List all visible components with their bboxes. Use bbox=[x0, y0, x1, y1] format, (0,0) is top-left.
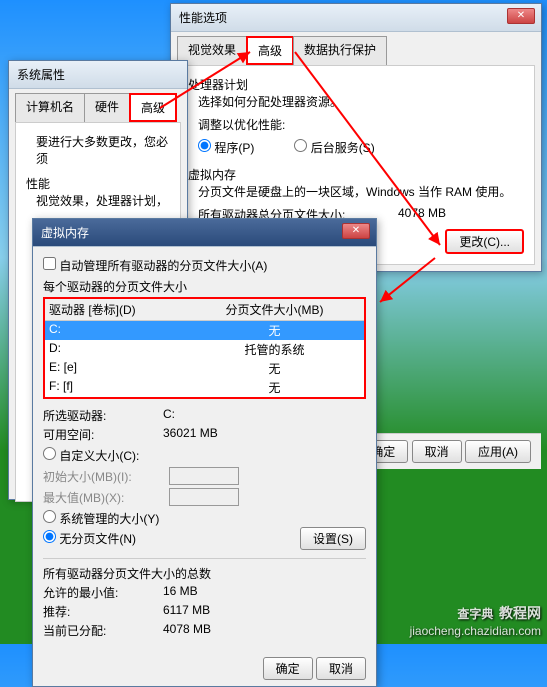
tab-dep[interactable]: 数据执行保护 bbox=[293, 36, 387, 65]
close-icon[interactable]: ✕ bbox=[507, 8, 535, 24]
apply-button[interactable]: 应用(A) bbox=[465, 440, 531, 463]
perf-desc: 视觉效果，处理器计划， bbox=[36, 192, 170, 209]
tabs: 计算机名 硬件 高级 bbox=[9, 89, 187, 122]
radio-programs-input[interactable] bbox=[198, 139, 211, 152]
tab-advanced[interactable]: 高级 bbox=[246, 36, 294, 65]
tab-hardware[interactable]: 硬件 bbox=[84, 93, 130, 122]
sel-drive-val: C: bbox=[163, 407, 175, 424]
max-label: 最大值(MB)(X): bbox=[43, 489, 163, 506]
cancel-button[interactable]: 取消 bbox=[412, 440, 462, 463]
max-input bbox=[169, 488, 239, 506]
window-title: 虚拟内存 bbox=[41, 226, 89, 240]
content: 自动管理所有驱动器的分页文件大小(A) 每个驱动器的分页文件大小 驱动器 [卷标… bbox=[33, 247, 376, 651]
tab-advanced[interactable]: 高级 bbox=[129, 93, 177, 122]
radio-nopage-input[interactable] bbox=[43, 530, 56, 543]
note: 要进行大多数更改，您必须 bbox=[36, 133, 170, 167]
init-label: 初始大小(MB)(I): bbox=[43, 468, 163, 485]
cancel-button[interactable]: 取消 bbox=[316, 657, 366, 680]
col-size: 分页文件大小(MB) bbox=[189, 301, 360, 318]
tabs: 视觉效果 高级 数据执行保护 bbox=[171, 32, 541, 65]
vm-desc: 分页文件是硬盘上的一块区域，Windows 当作 RAM 使用。 bbox=[198, 183, 524, 200]
tab-computer[interactable]: 计算机名 bbox=[15, 93, 85, 122]
window-title: 系统属性 bbox=[17, 68, 65, 82]
titlebar: 性能选项 ✕ bbox=[171, 4, 541, 32]
radio-sysmanaged-input[interactable] bbox=[43, 510, 56, 523]
drive-row-e[interactable]: E: [e]无 bbox=[45, 359, 364, 378]
titlebar: 系统属性 bbox=[9, 61, 187, 89]
drive-row-d[interactable]: D:托管的系统 bbox=[45, 340, 364, 359]
sel-drive-label: 所选驱动器: bbox=[43, 407, 163, 424]
button-row: 确定 取消 bbox=[33, 651, 376, 686]
radio-programs[interactable]: 程序(P) bbox=[198, 139, 254, 156]
auto-manage-checkbox[interactable]: 自动管理所有驱动器的分页文件大小(A) bbox=[43, 259, 267, 273]
recommend-val: 6117 MB bbox=[163, 603, 210, 620]
radio-sysmanaged[interactable]: 系统管理的大小(Y) bbox=[43, 512, 159, 526]
auto-manage-input[interactable] bbox=[43, 257, 56, 270]
vm-title: 虚拟内存 bbox=[188, 166, 524, 183]
perdrive-label: 每个驱动器的分页文件大小 bbox=[43, 278, 366, 295]
current-val: 4078 MB bbox=[163, 622, 211, 639]
ok-button[interactable]: 确定 bbox=[263, 657, 313, 680]
radio-custom-input[interactable] bbox=[43, 447, 56, 460]
cpu-desc: 选择如何分配处理器资源。 bbox=[198, 93, 524, 110]
drive-list[interactable]: 驱动器 [卷标](D) 分页文件大小(MB) C:无 D:托管的系统 E: [e… bbox=[43, 297, 366, 399]
col-drive: 驱动器 [卷标](D) bbox=[49, 301, 189, 318]
set-button[interactable]: 设置(S) bbox=[300, 527, 366, 550]
close-icon[interactable]: ✕ bbox=[342, 223, 370, 239]
cpu-adjust: 调整以优化性能: bbox=[198, 116, 524, 133]
perf-title: 性能 bbox=[26, 175, 170, 192]
radio-bgservices[interactable]: 后台服务(S) bbox=[294, 139, 374, 156]
drive-row-f[interactable]: F: [f]无 bbox=[45, 378, 364, 397]
drive-list-header: 驱动器 [卷标](D) 分页文件大小(MB) bbox=[45, 299, 364, 321]
virtual-memory-dialog: 虚拟内存 ✕ 自动管理所有驱动器的分页文件大小(A) 每个驱动器的分页文件大小 … bbox=[32, 218, 377, 687]
change-button[interactable]: 更改(C)... bbox=[445, 229, 524, 254]
cpu-title: 处理器计划 bbox=[188, 76, 524, 93]
vm-total-value: 4078 MB bbox=[398, 206, 446, 223]
free-space-label: 可用空间: bbox=[43, 426, 163, 443]
watermark: 查字典 教程网 jiaocheng.chazidian.com bbox=[410, 601, 541, 638]
init-input bbox=[169, 467, 239, 485]
window-title: 性能选项 bbox=[179, 11, 227, 25]
free-space-val: 36021 MB bbox=[163, 426, 218, 443]
radio-nopage[interactable]: 无分页文件(N) bbox=[43, 530, 136, 547]
min-allow-label: 允许的最小值: bbox=[43, 584, 163, 601]
drive-row-c[interactable]: C:无 bbox=[45, 321, 364, 340]
min-allow-val: 16 MB bbox=[163, 584, 198, 601]
radio-bgservices-input[interactable] bbox=[294, 139, 307, 152]
current-label: 当前已分配: bbox=[43, 622, 163, 639]
titlebar: 虚拟内存 ✕ bbox=[33, 219, 376, 247]
totals-title: 所有驱动器分页文件大小的总数 bbox=[43, 565, 366, 582]
radio-custom[interactable]: 自定义大小(C): bbox=[43, 449, 139, 463]
recommend-label: 推荐: bbox=[43, 603, 163, 620]
